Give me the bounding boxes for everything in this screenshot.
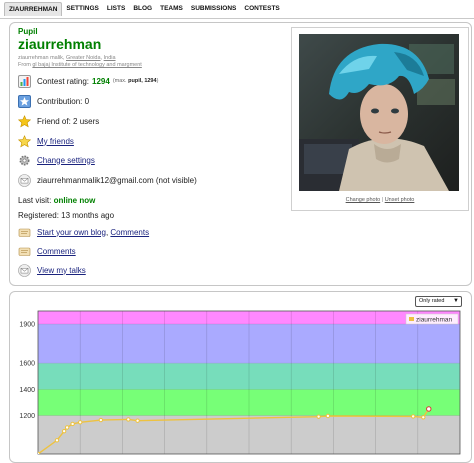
last-visit-label: Last visit: (18, 196, 52, 205)
rating-max-open: (max. (112, 78, 127, 84)
rating-point[interactable] (78, 420, 83, 425)
envelope-icon (18, 173, 31, 187)
rating-point[interactable] (135, 418, 140, 423)
comments-link[interactable]: Comments (37, 247, 76, 256)
talks-envelope-icon (18, 263, 31, 277)
legend-swatch (409, 317, 414, 321)
blog-row: Start your own blog, Comments (18, 225, 149, 239)
real-name-text: ziaurrehman malik, (18, 55, 65, 61)
y-tick-label: 1900 (19, 322, 35, 329)
friend-of-text: Friend of: 2 users (37, 116, 100, 126)
menu-item-contests[interactable]: CONTESTS (240, 2, 283, 16)
rating-point[interactable] (36, 451, 41, 455)
rating-point[interactable] (70, 421, 75, 427)
user-handle: ziaurrehman (18, 36, 102, 52)
gear-icon (18, 154, 31, 167)
blog-comments-link[interactable]: Comments (110, 228, 149, 237)
last-visit-value: online now (53, 196, 96, 205)
avatar-box: Change photo | Unset photo (291, 27, 469, 211)
rating-point[interactable] (421, 415, 426, 420)
legend-label: ziaurrehman (416, 317, 453, 324)
talks-row: View my talks (18, 263, 86, 277)
friend-of-row: Friend of: 2 users (18, 114, 99, 128)
change-settings-row: Change settings (18, 153, 95, 167)
rating-point[interactable] (126, 417, 131, 422)
rating-chart-card: Only rated ▼ 1200 1400 1600 1900 ziaurrehman (9, 291, 472, 463)
user-organization: From gl bajaj Institute of technology an… (18, 62, 142, 68)
rating-label: Contest rating: (37, 76, 90, 86)
user-real-name: ziaurrehman malik, Greater Noida, India (18, 55, 116, 61)
change-photo-link[interactable]: Change photo (346, 197, 381, 203)
y-tick-label: 1600 (19, 361, 35, 368)
y-tick-label: 1200 (19, 413, 35, 420)
my-friends-row: My friends (18, 134, 74, 148)
rating-point[interactable] (316, 414, 321, 419)
unset-photo-link[interactable]: Unset photo (385, 197, 415, 203)
blog-scroll-icon (18, 226, 31, 239)
blog-separator: , (105, 227, 109, 237)
friends-star-icon (18, 134, 31, 148)
menu-item-ziaurrehman[interactable]: ziaurrehman (4, 2, 63, 16)
comments-scroll-icon (18, 245, 31, 258)
star-icon (18, 94, 31, 108)
contest-rating-row: Contest rating: 1294 (max. pupil, 1294) (18, 74, 158, 88)
photo-links: Change photo | Unset photo (292, 197, 468, 203)
menu-item-teams[interactable]: TEAMS (156, 2, 187, 16)
email-text: ziaurrehmanmalik12@gmail.com (not visibl… (37, 175, 197, 185)
rating-chart: 1200 1400 1600 1900 ziaurrehman (19, 310, 461, 455)
change-settings-link[interactable]: Change settings (37, 156, 95, 165)
menu-item-settings[interactable]: SETTINGS (62, 2, 103, 16)
view-talks-link[interactable]: View my talks (37, 266, 86, 275)
rating-point[interactable] (61, 428, 67, 434)
start-blog-link[interactable]: Start your own blog (37, 228, 106, 237)
rating-point[interactable] (98, 417, 104, 423)
rating-chart-icon (18, 74, 31, 88)
rating-max-close: ) (156, 78, 159, 84)
rating-point[interactable] (54, 438, 60, 443)
profile-card: Pupil ziaurrehman ziaurrehman malik, Gre… (9, 22, 472, 286)
email-row: ziaurrehmanmalik12@gmail.com (not visibl… (18, 173, 197, 187)
rating-value: 1294 (92, 76, 110, 86)
avatar (299, 34, 459, 191)
rating-max: (max. pupil, 1294) (113, 78, 159, 84)
organization-link[interactable]: gl bajaj Institute of technology and mar… (32, 62, 141, 68)
rating-point[interactable] (410, 414, 416, 419)
menu-item-lists[interactable]: LISTS (103, 2, 129, 16)
my-friends-link[interactable]: My friends (37, 137, 74, 146)
contribution-row: Contribution: 0 (18, 94, 89, 108)
comments-row: Comments (18, 244, 76, 258)
org-prefix: From (18, 62, 31, 68)
city-link[interactable]: Greater Noida (66, 55, 101, 61)
menu-item-submissions[interactable]: SUBMISSIONS (187, 2, 241, 16)
rating-point[interactable] (64, 425, 70, 430)
country-link[interactable]: India (104, 55, 116, 61)
photo-link-separator: | (381, 197, 384, 203)
last-visit: Last visit: online now (18, 196, 95, 205)
menu-item-blog[interactable]: BLOG (129, 2, 156, 16)
registered: Registered: 13 months ago (18, 211, 115, 220)
y-tick-label: 1400 (19, 387, 35, 394)
top-menu-bar: ziaurrehman SETTINGS LISTS BLOG TEAMS SUBMISS… (0, 0, 474, 19)
rating-point[interactable] (426, 406, 432, 412)
gold-star-icon (18, 114, 31, 128)
rating-max-rank: pupil, (128, 78, 143, 84)
rating-point[interactable] (325, 413, 331, 419)
top-menu: ziaurrehman SETTINGS LISTS BLOG TEAMS SUBMISS… (4, 2, 284, 16)
user-rank: Pupil (18, 27, 38, 36)
rating-max-value: 1294 (144, 78, 157, 84)
contribution-text: Contribution: 0 (37, 96, 90, 106)
